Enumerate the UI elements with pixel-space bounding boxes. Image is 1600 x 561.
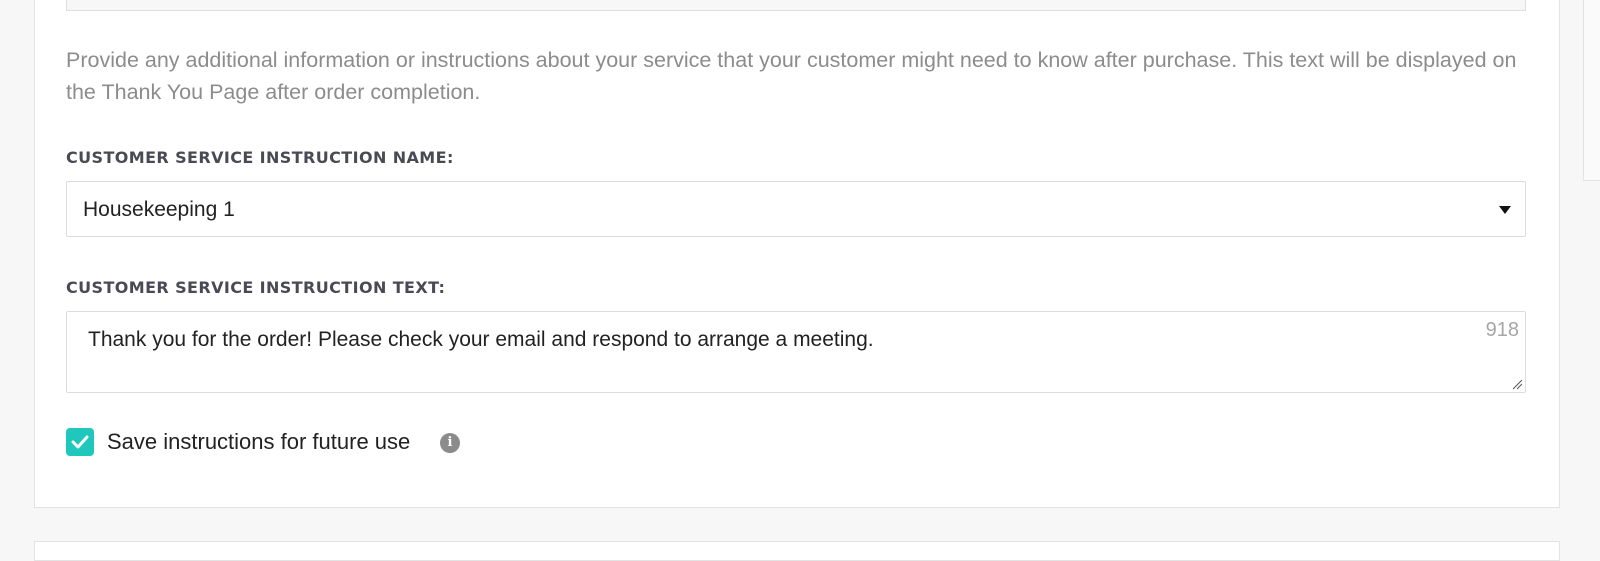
- instruction-name-value: Housekeeping 1: [83, 198, 235, 221]
- instruction-name-select[interactable]: Housekeeping 1: [66, 181, 1526, 237]
- checkmark-icon: [71, 435, 89, 449]
- caret-down-icon: [1499, 206, 1511, 214]
- save-instructions-checkbox[interactable]: [66, 428, 94, 456]
- editor-bottom-edge: [66, 0, 1526, 11]
- instruction-name-label: CUSTOMER SERVICE INSTRUCTION NAME:: [66, 148, 454, 167]
- next-card-edge: [34, 541, 1560, 561]
- resize-grip[interactable]: [848, 0, 880, 1]
- textarea-resize-icon[interactable]: [1511, 378, 1523, 390]
- character-counter: 918: [1485, 319, 1519, 341]
- save-instructions-label[interactable]: Save instructions for future use: [107, 429, 410, 455]
- info-icon[interactable]: i: [440, 433, 460, 453]
- instructions-description: Provide any additional information or in…: [66, 48, 1517, 104]
- instruction-text-label: CUSTOMER SERVICE INSTRUCTION TEXT:: [66, 278, 446, 297]
- instruction-text-field[interactable]: Thank you for the order! Please check yo…: [66, 311, 1526, 393]
- instruction-text-value: Thank you for the order! Please check yo…: [88, 328, 874, 351]
- side-panel-edge: [1583, 0, 1600, 181]
